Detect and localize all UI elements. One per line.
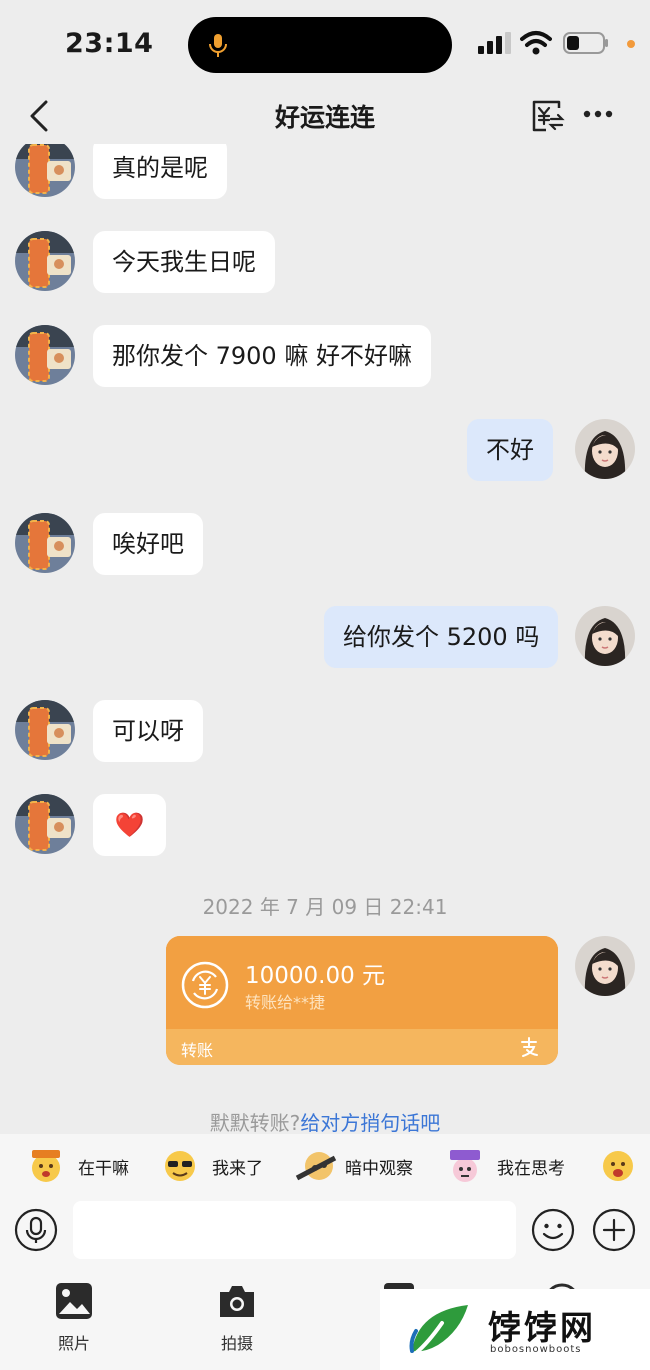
contact-avatar[interactable] bbox=[15, 794, 75, 854]
contact-avatar[interactable] bbox=[15, 700, 75, 760]
camera-button[interactable]: 拍摄 bbox=[197, 1268, 277, 1358]
plus-icon[interactable] bbox=[592, 1208, 636, 1252]
transfer-recipient: 转账给**捷 bbox=[245, 993, 326, 1012]
transfer-card[interactable]: 10000.00 元 转账给**捷 转账 bbox=[166, 936, 558, 1065]
contact-avatar[interactable] bbox=[15, 144, 75, 197]
sticker-suggestion[interactable]: 在干嘛 bbox=[28, 1134, 138, 1196]
cellular-signal-icon bbox=[478, 32, 511, 54]
watermark-subtext: bobosnowboots bbox=[490, 1344, 582, 1355]
sticker-label: 我在思考 bbox=[497, 1159, 565, 1179]
transfer-label: 转账 bbox=[181, 1041, 214, 1060]
message-bubble-self[interactable]: 不好 bbox=[467, 419, 553, 481]
status-bar: 23:14 bbox=[0, 0, 650, 88]
self-avatar[interactable] bbox=[575, 606, 635, 666]
transfer-icon[interactable] bbox=[529, 98, 565, 134]
sticker-label: 在干嘛 bbox=[78, 1159, 129, 1179]
message-input[interactable] bbox=[73, 1201, 516, 1259]
voice-input-icon[interactable] bbox=[14, 1208, 58, 1252]
transfer-card-footer: 转账 bbox=[166, 1029, 558, 1065]
wifi-icon bbox=[520, 31, 552, 55]
message-bubble-heart[interactable]: ❤️ bbox=[93, 794, 166, 856]
message-bubble-self[interactable]: 给你发个 5200 吗 bbox=[324, 606, 559, 668]
alipay-icon bbox=[521, 1037, 538, 1057]
transfer-card-body: 10000.00 元 转账给**捷 bbox=[166, 936, 558, 1029]
transfer-hint: 默默转账?给对方捎句话吧 bbox=[0, 1107, 650, 1134]
message-bubble[interactable]: 唉好吧 bbox=[93, 513, 203, 575]
yuan-transfer-icon bbox=[181, 961, 229, 1009]
input-bar bbox=[0, 1196, 650, 1268]
transfer-hint-text: 默默转账? bbox=[209, 1111, 301, 1134]
battery-icon bbox=[563, 32, 608, 54]
contact-avatar[interactable] bbox=[15, 231, 75, 291]
sticker-suggestion[interactable]: 暗中观察 bbox=[295, 1134, 425, 1196]
self-avatar[interactable] bbox=[575, 419, 635, 479]
sticker-thinking-icon bbox=[450, 1150, 480, 1182]
leave-message-link[interactable]: 给对方捎句话吧 bbox=[300, 1111, 440, 1134]
dynamic-island bbox=[188, 17, 452, 73]
sticker-sunglasses-icon bbox=[165, 1151, 195, 1181]
status-time: 23:14 bbox=[65, 28, 154, 59]
message-bubble[interactable]: 今天我生日呢 bbox=[93, 231, 275, 293]
contact-avatar[interactable] bbox=[15, 513, 75, 573]
leaf-logo-icon bbox=[409, 1305, 468, 1355]
message-timestamp: 2022 年 7 月 09 日 22:41 bbox=[202, 895, 448, 919]
contact-avatar[interactable] bbox=[15, 325, 75, 385]
privacy-indicator-dot bbox=[627, 40, 635, 48]
photo-label: 照片 bbox=[57, 1334, 90, 1353]
site-watermark: 饽饽网 bobosnowboots bbox=[380, 1289, 650, 1370]
sticker-crying-icon bbox=[603, 1151, 633, 1181]
camera-icon bbox=[220, 1286, 254, 1317]
microphone-icon bbox=[209, 34, 227, 57]
message-bubble[interactable]: 真的是呢 bbox=[93, 144, 227, 199]
photo-button[interactable]: 照片 bbox=[34, 1268, 114, 1358]
camera-label: 拍摄 bbox=[220, 1334, 253, 1353]
watermark-text: 饽饽网 bbox=[488, 1308, 596, 1347]
sticker-what-doing-icon bbox=[32, 1150, 60, 1182]
nav-bar: 好运连连 bbox=[0, 88, 650, 144]
sticker-label: 暗中观察 bbox=[345, 1159, 413, 1179]
sticker-suggestion[interactable]: 我来了 bbox=[162, 1134, 272, 1196]
sticker-suggestion-bar: 在干嘛 我来了 暗中观察 我在思考 bbox=[0, 1134, 650, 1196]
chat-area[interactable]: 真的是呢 今天我生日呢 那你发个 7900 嘛 好不好嘛 不好 唉好吧 给你发个… bbox=[0, 144, 650, 1134]
transfer-amount: 10000.00 元 bbox=[245, 963, 386, 989]
sticker-suggestion[interactable]: 我在思考 bbox=[447, 1134, 577, 1196]
more-options-icon[interactable] bbox=[582, 104, 614, 124]
message-bubble[interactable]: 那你发个 7900 嘛 好不好嘛 bbox=[93, 325, 431, 387]
message-bubble[interactable]: 可以呀 bbox=[93, 700, 203, 762]
self-avatar[interactable] bbox=[575, 936, 635, 996]
sticker-label: 我来了 bbox=[212, 1159, 263, 1179]
sticker-suggestion[interactable] bbox=[600, 1134, 650, 1196]
photo-icon bbox=[56, 1283, 92, 1319]
sticker-observe-icon bbox=[295, 1152, 337, 1181]
emoji-icon[interactable] bbox=[531, 1208, 575, 1252]
